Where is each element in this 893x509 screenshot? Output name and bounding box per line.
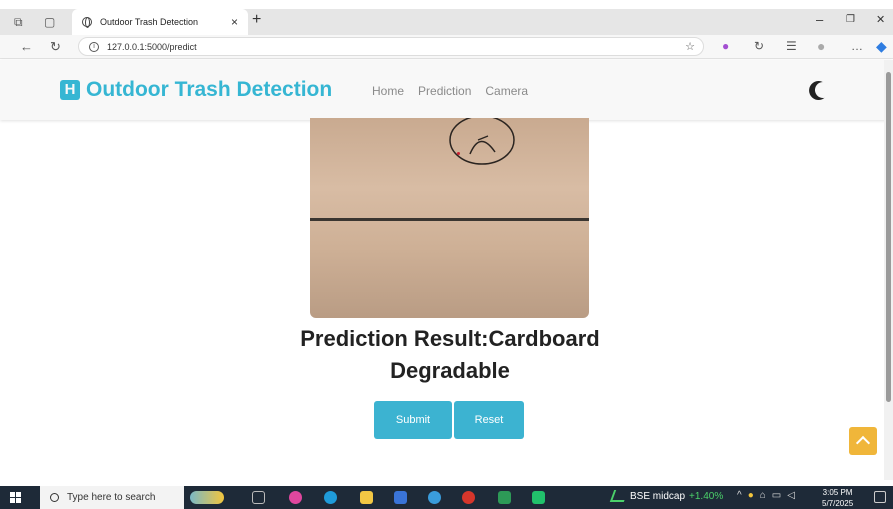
stock-name: BSE midcap <box>630 490 686 502</box>
stock-trend-icon <box>609 490 629 502</box>
stock-change: +1.40% <box>689 490 724 502</box>
tray-app-icon[interactable]: ● <box>748 490 754 501</box>
network-icon[interactable]: ⌂ <box>760 490 766 501</box>
nav-link-home[interactable]: Home <box>372 84 404 98</box>
search-icon <box>50 493 59 502</box>
nav-link-prediction[interactable]: Prediction <box>418 84 471 98</box>
url-field[interactable]: i 127.0.0.1:5000/predict ☆ <box>78 37 704 56</box>
photos-app-icon[interactable] <box>428 491 441 504</box>
brand-title: Outdoor Trash Detection <box>86 78 333 101</box>
dark-mode-toggle-icon[interactable] <box>813 80 834 101</box>
new-tab-button[interactable]: + <box>252 11 261 29</box>
restore-button[interactable]: ❐ <box>846 14 855 25</box>
windows-taskbar: Type here to search BSE midcap +1.40% ^ … <box>0 486 893 509</box>
brand-logo-icon <box>60 80 80 100</box>
reset-button[interactable]: Reset <box>454 401 524 439</box>
marker-dot <box>457 152 460 155</box>
tab-close-icon[interactable]: × <box>231 15 238 29</box>
edge-app-icon[interactable] <box>324 491 337 504</box>
taskbar-search[interactable]: Type here to search <box>40 486 184 509</box>
task-view-icon[interactable] <box>252 491 265 504</box>
app-navbar: Outdoor Trash Detection Home Prediction … <box>0 60 893 120</box>
cardboard-edge-line <box>310 218 589 221</box>
brand[interactable]: Outdoor Trash Detection <box>60 78 332 102</box>
favorite-star-icon[interactable]: ☆ <box>685 40 695 53</box>
start-button[interactable] <box>10 492 21 503</box>
wps-app-icon[interactable] <box>462 491 475 504</box>
tab-actions-icon[interactable]: ▢ <box>44 15 55 29</box>
taskbar-clock[interactable]: 3:05 PM 5/7/2025 <box>822 487 853 509</box>
tray-expand-icon[interactable]: ^ <box>737 490 742 501</box>
edge-copilot-icon[interactable]: ◆ <box>876 38 887 55</box>
browser-tab-bar: ⧉ ▢ Outdoor Trash Detection × + – ❐ ✕ <box>0 9 893 35</box>
copilot-app-icon[interactable] <box>289 491 302 504</box>
submit-button[interactable]: Submit <box>374 401 452 439</box>
refresh-icon[interactable]: ↻ <box>50 39 61 55</box>
file-explorer-icon[interactable] <box>360 491 373 504</box>
workspaces-icon[interactable]: ⧉ <box>14 15 23 30</box>
site-info-icon[interactable]: i <box>89 41 99 52</box>
system-tray: ^ ● ⌂ ▭ ◁ <box>737 490 795 501</box>
page-scrollbar-thumb[interactable] <box>886 72 891 402</box>
profile-avatar[interactable]: ● <box>817 38 825 54</box>
battery-icon[interactable]: ▭ <box>772 490 781 501</box>
tab-title: Outdoor Trash Detection <box>100 17 199 27</box>
taskbar-search-placeholder: Type here to search <box>67 492 156 503</box>
clock-time: 3:05 PM <box>822 488 853 497</box>
uploaded-image-preview <box>310 118 589 318</box>
degradability-result: Degradable <box>390 358 510 383</box>
copilot-icon[interactable]: ↻ <box>754 39 764 53</box>
pycharm-ce-app-icon[interactable] <box>532 491 545 504</box>
prediction-result: Prediction Result:Cardboard <box>300 326 600 351</box>
more-menu-icon[interactable]: … <box>851 39 863 53</box>
back-arrow-icon[interactable]: ← <box>20 39 33 54</box>
volume-icon[interactable]: ◁ <box>787 490 795 501</box>
address-bar-row: ← ↻ i 127.0.0.1:5000/predict ☆ ● ↻ ☰ ● …… <box>0 35 893 59</box>
minimize-button[interactable]: – <box>816 12 823 27</box>
extension-icon[interactable]: ● <box>722 39 729 53</box>
nav-links: Home Prediction Camera <box>372 84 528 98</box>
stock-widget[interactable]: BSE midcap +1.40% <box>609 490 724 502</box>
nav-link-camera[interactable]: Camera <box>485 84 528 98</box>
favorites-icon[interactable]: ☰ <box>786 39 797 53</box>
url-text: 127.0.0.1:5000/predict <box>107 41 197 52</box>
browser-tab[interactable]: Outdoor Trash Detection × <box>72 9 248 35</box>
store-app-icon[interactable] <box>394 491 407 504</box>
scroll-to-top-button[interactable] <box>849 427 877 455</box>
weather-widget-icon[interactable] <box>190 491 224 504</box>
clock-date: 5/7/2025 <box>822 499 854 508</box>
pycharm-app-icon[interactable] <box>498 491 511 504</box>
globe-icon <box>82 17 92 28</box>
notifications-icon[interactable] <box>874 491 886 503</box>
close-window-button[interactable]: ✕ <box>876 13 885 26</box>
